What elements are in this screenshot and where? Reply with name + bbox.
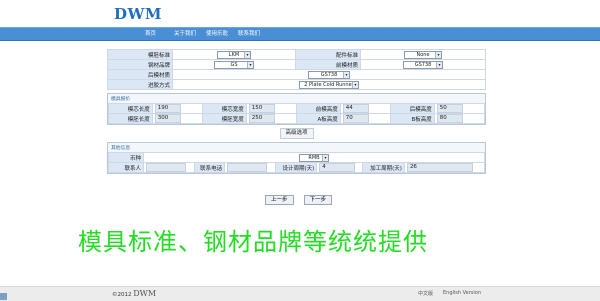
prev-step-button[interactable]: 上一步 bbox=[265, 195, 294, 205]
chevron-down-icon: ▾ bbox=[247, 61, 253, 68]
base-width-input[interactable]: 250 bbox=[248, 114, 275, 123]
nav-item-usage[interactable]: 使用乐乾 bbox=[206, 28, 228, 40]
front-mold-select[interactable]: GS738 ▾ bbox=[403, 60, 443, 69]
nav-item-about[interactable]: 关于我们 bbox=[174, 28, 196, 40]
a-plate-height-label: A板高度 bbox=[295, 113, 341, 124]
site-logo[interactable]: DWM bbox=[114, 5, 162, 23]
mold-size-title: 模具报价 bbox=[111, 97, 131, 102]
chevron-down-icon: ▾ bbox=[435, 51, 441, 58]
core-width-input[interactable]: 150 bbox=[248, 104, 275, 113]
process-period-input[interactable]: 26 bbox=[406, 163, 473, 172]
phone-label: 联系电话 bbox=[193, 162, 226, 173]
rear-mold-label: 后模材质 bbox=[107, 69, 173, 80]
site-header: DWM bbox=[0, 0, 600, 27]
design-period-input[interactable]: 4 bbox=[319, 163, 356, 172]
core-length-input[interactable]: 190 bbox=[154, 104, 181, 113]
contact-label: 联系人 bbox=[108, 162, 144, 173]
base-width-label: 模胚宽度 bbox=[201, 113, 247, 124]
steel-brand-select[interactable]: GS ▾ bbox=[214, 60, 254, 69]
design-period-label: 设计周期(天) bbox=[274, 162, 318, 173]
rear-height-label: 后模高度 bbox=[389, 103, 435, 114]
other-info-section: 其他信息 币种 RMB ▾ 联系人 联系电话 设计周期(天) 4 加工周期(天) … bbox=[107, 142, 486, 174]
runner-label: 进胶方式 bbox=[107, 79, 173, 90]
front-height-label: 前模高度 bbox=[295, 103, 341, 114]
mold-size-table: 模芯长度 190 模芯宽度 150 前模高度 44 后模高度 50 模胚长度 3… bbox=[108, 103, 486, 124]
front-mold-label: 前模材质 bbox=[295, 59, 361, 70]
currency-label: 币种 bbox=[108, 152, 144, 163]
next-step-button[interactable]: 下一步 bbox=[303, 195, 333, 205]
rear-mold-select[interactable]: GS738 ▾ bbox=[308, 70, 350, 79]
front-height-input[interactable]: 44 bbox=[342, 104, 369, 113]
contact-input[interactable] bbox=[146, 163, 186, 172]
footer-brand: DWM bbox=[133, 289, 157, 298]
steel-brand-label: 钢材品牌 bbox=[107, 59, 173, 70]
chevron-down-icon: ▾ bbox=[436, 61, 442, 68]
phone-input[interactable] bbox=[227, 163, 268, 172]
basic-spec-table: 模胚标准 LKM ▾ 配件标准 None ▾ 钢材品牌 GS ▾ 前模材质 GS738… bbox=[107, 49, 486, 90]
b-plate-height-label: B板高度 bbox=[389, 113, 435, 124]
copyright-year: ©2012 bbox=[112, 292, 132, 298]
runner-select[interactable]: 2 Plate Cold Runner ▾ bbox=[299, 80, 359, 89]
lang-english-link[interactable]: English Version bbox=[443, 290, 481, 296]
core-length-label: 模芯长度 bbox=[108, 103, 153, 114]
other-info-title: 其他信息 bbox=[111, 146, 131, 151]
part-standard-select[interactable]: None ▾ bbox=[404, 50, 442, 59]
copyright: ©2012 DWM bbox=[112, 289, 156, 298]
process-period-label: 加工周期(天) bbox=[362, 162, 405, 173]
chevron-down-icon: ▾ bbox=[244, 51, 250, 58]
promo-banner-text: 模具标准、钢材品牌等统统提供 bbox=[78, 228, 428, 256]
scroll-corner bbox=[0, 293, 7, 300]
base-length-label: 模胚长度 bbox=[108, 113, 153, 124]
main-nav: 首页 关于我们 使用乐乾 联系我们 bbox=[0, 27, 600, 41]
mold-standard-select[interactable]: LKM ▾ bbox=[217, 50, 251, 59]
currency-select[interactable]: RMB ▾ bbox=[299, 153, 329, 162]
quote-form: 模胚标准 LKM ▾ 配件标准 None ▾ 钢材品牌 GS ▾ 前模材质 GS738… bbox=[107, 49, 486, 174]
other-info-table: 币种 RMB ▾ 联系人 联系电话 设计周期(天) 4 加工周期(天) 26 bbox=[108, 152, 486, 173]
chevron-down-icon: ▾ bbox=[343, 71, 349, 78]
chevron-down-icon: ▾ bbox=[352, 81, 358, 88]
lang-chinese-link[interactable]: 中文版 bbox=[418, 290, 433, 297]
rear-height-input[interactable]: 50 bbox=[436, 104, 463, 113]
b-plate-height-input[interactable]: 80 bbox=[436, 114, 463, 123]
mold-size-section: 模具报价 模芯长度 190 模芯宽度 150 前模高度 44 后模高度 50 模… bbox=[107, 93, 486, 125]
step-buttons: 上一步 下一步 bbox=[265, 186, 337, 205]
base-length-input[interactable]: 300 bbox=[154, 114, 181, 123]
nav-item-home[interactable]: 首页 bbox=[145, 28, 156, 40]
mold-standard-label: 模胚标准 bbox=[107, 49, 173, 60]
part-standard-label: 配件标准 bbox=[295, 49, 361, 60]
site-footer: ©2012 DWM 中文版 English Version bbox=[0, 286, 600, 301]
nav-item-contact[interactable]: 联系我们 bbox=[238, 28, 260, 40]
chevron-down-icon: ▾ bbox=[322, 154, 328, 161]
core-width-label: 模芯宽度 bbox=[201, 103, 247, 114]
advanced-options-button[interactable]: 高级选项 bbox=[279, 128, 314, 139]
a-plate-height-input[interactable]: 70 bbox=[342, 114, 369, 123]
